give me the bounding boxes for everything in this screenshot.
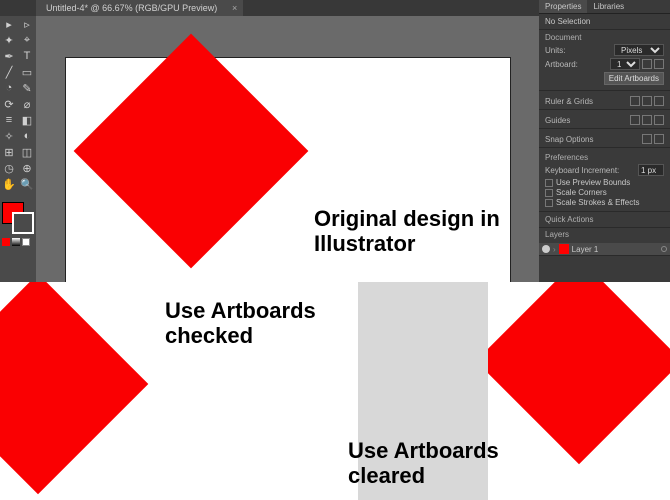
- layer-row[interactable]: › Layer 1: [539, 243, 670, 255]
- tool-icon[interactable]: T: [19, 48, 35, 64]
- tool-icon[interactable]: ✧: [1, 128, 17, 144]
- caption-cleared: Use Artboardscleared: [348, 438, 499, 489]
- guides-lock-icon[interactable]: [642, 115, 652, 125]
- artboard-next-icon[interactable]: [654, 59, 664, 69]
- close-icon[interactable]: ×: [232, 0, 237, 16]
- tool-icon[interactable]: ⌖: [19, 32, 35, 48]
- grid-icon[interactable]: [642, 96, 652, 106]
- tool-icon[interactable]: ◧: [19, 112, 35, 128]
- tool-icon[interactable]: ✎: [19, 80, 35, 96]
- artboard-prev-icon[interactable]: [642, 59, 652, 69]
- stroke-swatch[interactable]: [12, 212, 34, 234]
- no-selection-label: No Selection: [545, 17, 590, 26]
- tool-icon[interactable]: ⊕: [19, 160, 35, 176]
- document-tab[interactable]: Untitled-4* @ 66.67% (RGB/GPU Preview) ×: [36, 0, 243, 16]
- key-inc-label: Keyboard Increment:: [545, 166, 619, 175]
- tool-icon[interactable]: ╱: [1, 64, 17, 80]
- red-diamond-shape[interactable]: [74, 34, 309, 269]
- snap-pixel-icon[interactable]: [642, 134, 652, 144]
- ruler-icon[interactable]: [630, 96, 640, 106]
- tool-icon[interactable]: 🔍: [19, 176, 35, 192]
- tool-icon[interactable]: ✋: [1, 176, 17, 192]
- artboard-label: Artboard:: [545, 60, 578, 69]
- export-result-cleared: [488, 282, 670, 500]
- tool-icon[interactable]: ≡: [1, 112, 17, 128]
- tab-libraries[interactable]: Libraries: [587, 0, 630, 13]
- layer-thumbnail: [559, 244, 569, 254]
- guides-label: Guides: [545, 116, 570, 125]
- tool-icon[interactable]: ◫: [19, 144, 35, 160]
- tool-icon[interactable]: ⟳: [1, 96, 17, 112]
- tool-icon[interactable]: ◔: [1, 80, 17, 96]
- preferences-header: Preferences: [545, 153, 664, 162]
- scale-strokes-checkbox[interactable]: Scale Strokes & Effects: [545, 198, 664, 207]
- tool-icon[interactable]: ✒: [1, 48, 17, 64]
- tool-icon[interactable]: ▭: [19, 64, 35, 80]
- snap-point-icon[interactable]: [654, 134, 664, 144]
- caption-original: Original design in Illustrator: [314, 206, 539, 257]
- tab-properties[interactable]: Properties: [539, 0, 587, 13]
- illustrator-window: Untitled-4* @ 66.67% (RGB/GPU Preview) ×…: [0, 0, 670, 282]
- tool-icon[interactable]: ⌀: [19, 96, 35, 112]
- panel-tabs: Properties Libraries: [539, 0, 670, 14]
- guides-smart-icon[interactable]: [654, 115, 664, 125]
- layer-target-icon[interactable]: [661, 246, 667, 252]
- guides-show-icon[interactable]: [630, 115, 640, 125]
- tool-icon[interactable]: ◐: [19, 128, 35, 144]
- scale-corners-checkbox[interactable]: Scale Corners: [545, 188, 664, 197]
- key-inc-input[interactable]: [638, 164, 664, 176]
- canvas-area[interactable]: Original design in Illustrator: [36, 16, 539, 282]
- snap-options-label: Snap Options: [545, 135, 593, 144]
- tool-icon[interactable]: ◷: [1, 160, 17, 176]
- units-select[interactable]: Pixels: [614, 44, 664, 56]
- tool-icon[interactable]: ▸: [1, 16, 17, 32]
- tools-panel: ▸▹✦⌖✒T╱▭◔✎⟳⌀≡◧✧◐⊞◫◷⊕✋🔍: [0, 16, 36, 282]
- tool-icon[interactable]: ⊞: [1, 144, 17, 160]
- document-section-header: Document: [545, 33, 664, 42]
- caption-checked: Use Artboardschecked: [165, 298, 316, 349]
- layer-name: Layer 1: [572, 245, 599, 254]
- properties-panel: Properties Libraries No Selection Docume…: [539, 0, 670, 282]
- use-preview-bounds-checkbox[interactable]: Use Preview Bounds: [545, 178, 664, 187]
- tool-icon[interactable]: ✦: [1, 32, 17, 48]
- quick-actions-header: Quick Actions: [545, 215, 593, 224]
- layers-header: Layers: [539, 228, 670, 241]
- transparency-grid-icon[interactable]: [654, 96, 664, 106]
- edit-artboards-button[interactable]: Edit Artboards: [604, 72, 664, 85]
- document-tab-title: Untitled-4* @ 66.67% (RGB/GPU Preview): [46, 3, 217, 13]
- artboard-select[interactable]: 1: [610, 58, 640, 70]
- visibility-icon[interactable]: [542, 245, 550, 253]
- tool-icon[interactable]: ▹: [19, 16, 35, 32]
- color-mode-swatches: [2, 238, 30, 246]
- ruler-grids-label: Ruler & Grids: [545, 97, 593, 106]
- units-label: Units:: [545, 46, 565, 55]
